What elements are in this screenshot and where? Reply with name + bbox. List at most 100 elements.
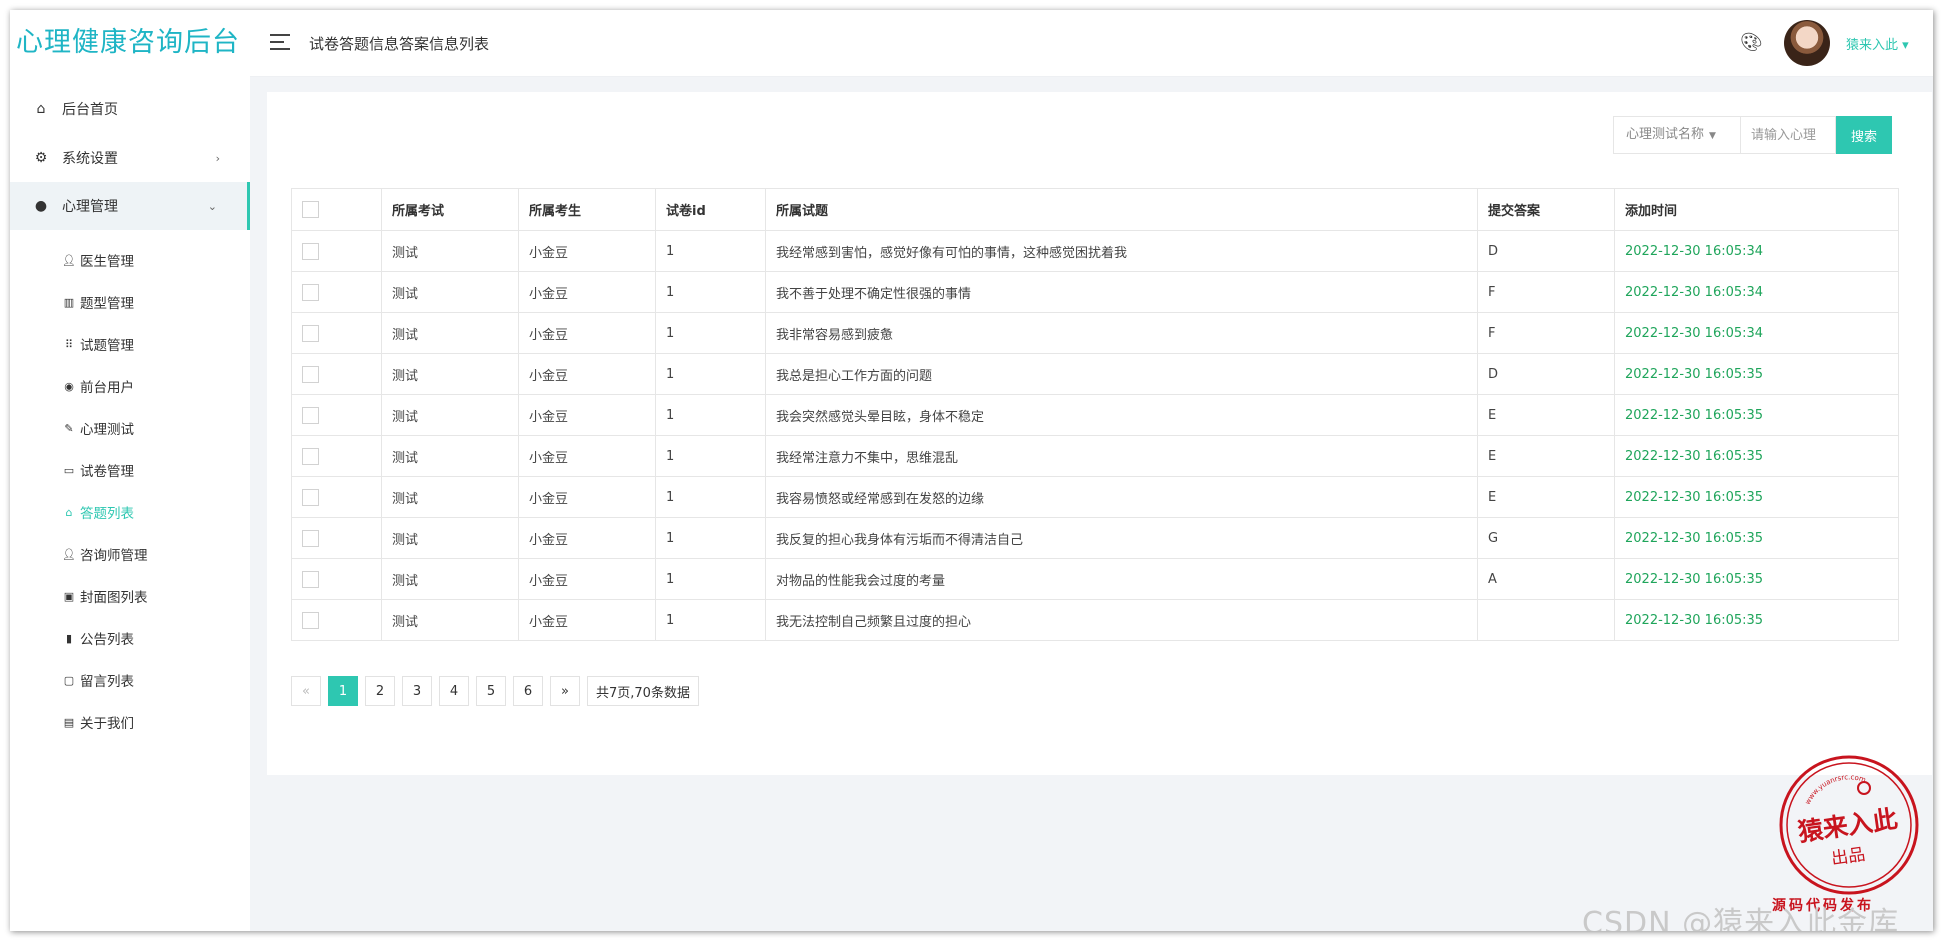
table-cell: 1 <box>655 476 766 518</box>
table-row[interactable]: 测试 小金豆 1 我经常注意力不集中，思维混乱 E 2022-12-30 16:05:35 <box>291 435 1899 477</box>
home-icon: ⌂ <box>36 101 46 117</box>
answers-table: 所属考试 所属考生 试卷id 所属试题 提交答案 添加时间 测试 小金豆 1 我经常感… <box>291 188 1899 641</box>
brain-icon: ● <box>34 198 48 214</box>
prev-page-button[interactable]: « <box>291 676 321 706</box>
page-button[interactable]: 6 <box>513 676 543 706</box>
sidebar-item-home[interactable]: ⌂ 后台首页 <box>10 85 250 133</box>
table-cell: 2022-12-30 16:05:35 <box>1614 353 1899 395</box>
column-header[interactable]: 试卷id <box>655 188 766 231</box>
sidebar-item-label: 试题管理 <box>80 338 134 354</box>
table-cell: 1 <box>655 312 766 354</box>
table-cell: 测试 <box>381 517 519 559</box>
table-row[interactable]: 测试 小金豆 1 我无法控制自己频繁且过度的担心 2022-12-30 16:05:35 <box>291 599 1899 641</box>
table-cell: 对物品的性能我会过度的考量 <box>765 558 1478 600</box>
pencil-icon: ✎ <box>64 421 74 435</box>
table-cell: 测试 <box>381 476 519 518</box>
search-button[interactable]: 搜索 <box>1836 116 1892 154</box>
table-cell: 2022-12-30 16:05:35 <box>1614 599 1899 641</box>
row-checkbox[interactable] <box>302 242 319 260</box>
row-checkbox[interactable] <box>302 447 319 465</box>
table-cell: 测试 <box>381 558 519 600</box>
watermark: CSDN @猿来入此金库 <box>1582 906 1900 931</box>
list-icon: ⌂ <box>65 505 73 519</box>
row-select-cell <box>291 558 382 600</box>
table-cell: 我经常感到害怕，感觉好像有可怕的事情，这种感觉困扰着我 <box>765 230 1478 272</box>
sidebar-item-psychology[interactable]: ● 心理管理 ⌄ <box>10 182 250 230</box>
book-icon: ▥ <box>63 295 75 309</box>
sidebar-item-covers[interactable]: ▣ 封面图列表 <box>10 575 250 617</box>
table-cell: E <box>1477 435 1615 477</box>
select-all-checkbox[interactable] <box>302 201 319 218</box>
page-button[interactable]: 2 <box>365 676 395 706</box>
row-checkbox[interactable] <box>302 406 319 424</box>
palette-icon[interactable]: 🎨︎ <box>1740 32 1763 53</box>
sidebar-item-frontend-users[interactable]: ◉ 前台用户 <box>10 365 250 407</box>
user-menu[interactable]: 猿来入此 ▾ <box>1846 34 1909 53</box>
sidebar-item-notices[interactable]: ▮ 公告列表 <box>10 617 250 659</box>
table-cell: 1 <box>655 230 766 272</box>
column-header[interactable]: 所属考试 <box>381 188 519 231</box>
search-input[interactable] <box>1741 116 1836 154</box>
sidebar-item-papers[interactable]: ▭ 试卷管理 <box>10 449 250 491</box>
column-header[interactable]: 所属试题 <box>765 188 1478 231</box>
table-row[interactable]: 测试 小金豆 1 对物品的性能我会过度的考量 A 2022-12-30 16:05:35 <box>291 558 1899 600</box>
table-cell: 小金豆 <box>518 271 656 313</box>
sidebar-item-psych-tests[interactable]: ✎ 心理测试 <box>10 407 250 449</box>
table-cell: 小金豆 <box>518 435 656 477</box>
sidebar-item-doctors[interactable]: 👤︎ 医生管理 <box>10 239 250 281</box>
sidebar-item-about[interactable]: ▤ 关于我们 <box>10 701 250 743</box>
column-header[interactable]: 所属考生 <box>518 188 656 231</box>
table-cell: 2022-12-30 16:05:34 <box>1614 271 1899 313</box>
table-row[interactable]: 测试 小金豆 1 我反复的担心我身体有污垢而不得清洁自己 G 2022-12-30 16:… <box>291 517 1899 559</box>
row-checkbox[interactable] <box>302 324 319 342</box>
notice-icon: ▮ <box>65 631 73 645</box>
page-button[interactable]: 1 <box>328 676 358 706</box>
table-cell: 1 <box>655 271 766 313</box>
page-title: 试卷答题信息答案信息列表 <box>309 35 490 53</box>
sidebar-item-label: 封面图列表 <box>80 590 148 606</box>
row-checkbox[interactable] <box>302 488 319 506</box>
sidebar-item-label: 题型管理 <box>80 296 134 312</box>
table-cell: 测试 <box>381 599 519 641</box>
page-button[interactable]: 5 <box>476 676 506 706</box>
image-icon: ▣ <box>63 589 75 603</box>
table-cell: 2022-12-30 16:05:35 <box>1614 476 1899 518</box>
column-header[interactable]: 添加时间 <box>1614 188 1899 231</box>
caret-down-icon: ▼ <box>1709 131 1716 141</box>
table-row[interactable]: 测试 小金豆 1 我容易愤怒或经常感到在发怒的边缘 E 2022-12-30 16:05:… <box>291 476 1899 518</box>
row-checkbox[interactable] <box>302 283 319 301</box>
menu-toggle-icon[interactable] <box>270 34 290 50</box>
table-row[interactable]: 测试 小金豆 1 我非常容易感到疲惫 F 2022-12-30 16:05:34 <box>291 312 1899 354</box>
page-button[interactable]: 4 <box>439 676 469 706</box>
idcard-icon: ▤ <box>63 715 75 729</box>
sidebar-item-label: 答题列表 <box>80 506 134 522</box>
table-row[interactable]: 测试 小金豆 1 我不善于处理不确定性很强的事情 F 2022-12-30 16:05:3… <box>291 271 1899 313</box>
table-row[interactable]: 测试 小金豆 1 我总是担心工作方面的问题 D 2022-12-30 16:05:35 <box>291 353 1899 395</box>
sidebar-item-questions[interactable]: ⠿ 试题管理 <box>10 323 250 365</box>
sidebar-item-question-types[interactable]: ▥ 题型管理 <box>10 281 250 323</box>
row-checkbox[interactable] <box>302 611 319 629</box>
row-checkbox[interactable] <box>302 570 319 588</box>
sidebar-item-messages[interactable]: ▢ 留言列表 <box>10 659 250 701</box>
row-checkbox[interactable] <box>302 529 319 547</box>
row-checkbox[interactable] <box>302 365 319 383</box>
next-page-button[interactable]: » <box>550 676 580 706</box>
sidebar-item-label: 心理测试 <box>80 422 134 438</box>
page-button[interactable]: 3 <box>402 676 432 706</box>
sidebar-item-counselors[interactable]: 👤︎ 咨询师管理 <box>10 533 250 575</box>
app-window: 心理健康咨询后台 ⌂ 后台首页 ⚙ 系统设置 › ● 心理管理 ⌄ 👤︎ 医生管… <box>10 10 1933 931</box>
table-cell: 我容易愤怒或经常感到在发怒的边缘 <box>765 476 1478 518</box>
table-cell: 1 <box>655 353 766 395</box>
sidebar-item-settings[interactable]: ⚙ 系统设置 › <box>10 134 250 182</box>
sidebar-item-answer-list[interactable]: ⌂ 答题列表 <box>10 491 250 533</box>
avatar[interactable] <box>1784 20 1830 66</box>
table-row[interactable]: 测试 小金豆 1 我经常感到害怕，感觉好像有可怕的事情，这种感觉困扰着我 D 2022-1… <box>291 230 1899 272</box>
table-cell: E <box>1477 476 1615 518</box>
pagination: « 1 2 3 4 5 6 » 共7页,70条数据 <box>291 676 706 706</box>
gear-icon: ⚙ <box>34 150 48 166</box>
seal-stamp: www.yuanrsrc.com 猿来入此 出品 <box>1779 755 1919 895</box>
search-field-select[interactable]: 心理测试名称 ▼ <box>1613 116 1741 154</box>
table-row[interactable]: 测试 小金豆 1 我会突然感觉头晕目眩，身体不稳定 E 2022-12-30 16:05:… <box>291 394 1899 436</box>
table-header-row: 所属考试 所属考生 试卷id 所属试题 提交答案 添加时间 <box>291 188 1899 231</box>
column-header[interactable]: 提交答案 <box>1477 188 1615 231</box>
